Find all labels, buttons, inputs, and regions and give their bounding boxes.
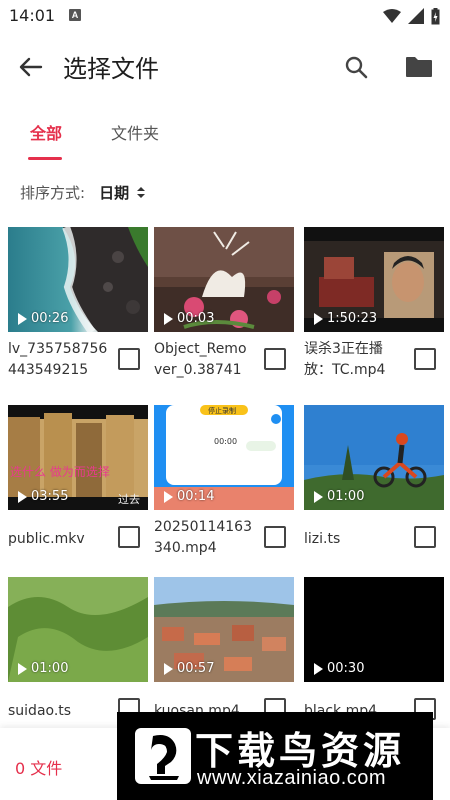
file-name: Object_Remover_0.38741 [154, 341, 247, 378]
file-card[interactable]: 00:03 Object_Remover_0.38741 [154, 227, 294, 387]
tab-folder[interactable]: 文件夹 [104, 108, 166, 162]
play-icon [18, 490, 27, 503]
status-time: 14:01 [9, 6, 56, 25]
duration-text: 1:50:23 [327, 311, 378, 326]
back-button[interactable] [16, 52, 46, 82]
tab-bar: 全部 文件夹 [0, 108, 450, 162]
play-icon [164, 490, 173, 503]
tab-indicator [28, 157, 62, 160]
file-name: 误杀3正在播放：TC.mp4 [304, 341, 386, 378]
video-thumbnail: 01:00 [8, 577, 148, 682]
stop-record-button-text: 停止录制 [208, 407, 236, 415]
selected-count: 0 文件 [15, 759, 63, 778]
page-title: 选择文件 [63, 55, 159, 83]
video-thumbnail: 01:00 [304, 405, 444, 510]
video-duration: 00:26 [18, 311, 68, 326]
video-duration: 03:55 [18, 489, 68, 504]
file-card[interactable]: 01:00 lizi.ts [304, 405, 444, 565]
file-card[interactable]: 停止录制 00:00 00:14 20250114163340.mp4 [154, 405, 294, 565]
wifi-icon [383, 9, 401, 23]
battery-icon [431, 7, 440, 24]
file-card[interactable]: 00:26 lv_735758756443549215 [8, 227, 148, 387]
video-thumbnail: 00:57 [154, 577, 294, 682]
status-icons [383, 7, 440, 25]
select-checkbox[interactable] [264, 348, 286, 370]
file-name: lv_735758756443549215 [8, 341, 108, 378]
play-icon [164, 312, 173, 325]
tab-all[interactable]: 全部 [20, 108, 72, 162]
sort-arrows-icon[interactable] [137, 186, 146, 198]
file-name: lizi.ts [304, 531, 341, 547]
video-thumbnail: 00:03 [154, 227, 294, 332]
app-bar: 选择文件 [0, 34, 450, 98]
select-checkbox[interactable] [264, 526, 286, 548]
folder-icon [406, 57, 432, 77]
duration-text: 00:57 [177, 661, 215, 676]
notification-icon: A [69, 9, 81, 21]
video-duration: 00:03 [164, 311, 214, 326]
folder-button[interactable] [402, 51, 436, 83]
duration-text: 00:03 [177, 311, 215, 326]
arrow-left-icon [19, 57, 43, 77]
video-duration: 00:30 [314, 661, 364, 676]
file-name: suidao.ts [8, 703, 72, 719]
watermark-url: www.xiazainiao.com [197, 767, 387, 789]
record-timer: 00:00 [214, 437, 238, 446]
video-thumbnail: 选什么 做为而选择 过去 03:55 [8, 405, 148, 510]
select-checkbox[interactable] [118, 526, 140, 548]
video-thumbnail: 1:50:23 [304, 227, 444, 332]
play-icon [18, 662, 27, 675]
duration-text: 03:55 [31, 489, 69, 504]
tab-folder-label: 文件夹 [110, 124, 159, 143]
file-card[interactable]: 1:50:23 误杀3正在播放：TC.mp4 [304, 227, 444, 387]
select-checkbox[interactable] [414, 526, 436, 548]
play-icon [314, 312, 323, 325]
video-duration: 01:00 [314, 489, 364, 504]
tab-all-label: 全部 [29, 124, 62, 143]
video-duration: 00:14 [164, 489, 214, 504]
select-checkbox[interactable] [414, 348, 436, 370]
video-thumbnail: 停止录制 00:00 00:14 [154, 405, 294, 510]
sort-dropdown[interactable]: 日期 [99, 182, 129, 203]
duration-text: 00:26 [31, 311, 69, 326]
search-icon [345, 56, 368, 79]
status-bar: 14:01 A [0, 0, 450, 32]
video-thumbnail: 00:30 [304, 577, 444, 682]
watermark-logo-icon [135, 728, 191, 784]
play-icon [164, 662, 173, 675]
search-button[interactable] [340, 51, 372, 83]
sort-row: 排序方式: 日期 [20, 180, 146, 204]
thumbnail-overlay-text: 选什么 做为而选择 [10, 465, 110, 479]
select-checkbox[interactable] [118, 348, 140, 370]
video-thumbnail: 00:26 [8, 227, 148, 332]
video-duration: 1:50:23 [314, 311, 377, 326]
watermark-overlay: 下载鸟资源 www.xiazainiao.com [117, 712, 433, 800]
thumbnail-corner-text: 过去 [118, 493, 140, 506]
play-icon [314, 662, 323, 675]
duration-text: 01:00 [327, 489, 365, 504]
duration-text: 00:30 [327, 661, 365, 676]
play-icon [18, 312, 27, 325]
signal-icon [408, 8, 424, 24]
sort-label: 排序方式: [20, 183, 86, 202]
file-card[interactable]: 选什么 做为而选择 过去 03:55 public.mkv [8, 405, 148, 565]
file-name: 20250114163340.mp4 [154, 519, 252, 556]
video-duration: 01:00 [18, 661, 68, 676]
duration-text: 00:14 [177, 489, 215, 504]
video-duration: 00:57 [164, 661, 214, 676]
play-icon [314, 490, 323, 503]
duration-text: 01:00 [31, 661, 69, 676]
file-name: public.mkv [8, 531, 85, 547]
